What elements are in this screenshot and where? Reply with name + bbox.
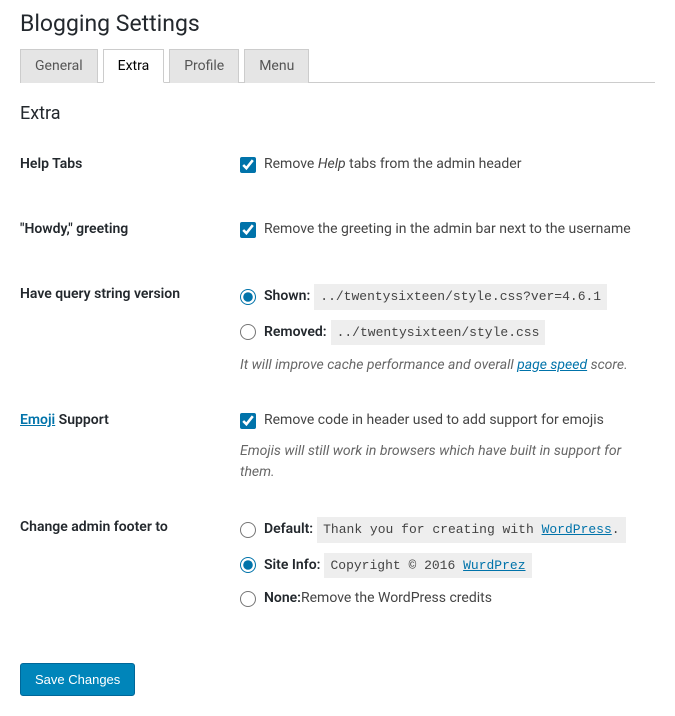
code-query-shown: ../twentysixteen/style.css?ver=4.6.1: [314, 284, 607, 310]
tab-menu[interactable]: Menu: [244, 49, 309, 83]
radio-footer-none[interactable]: [240, 591, 256, 607]
radio-query-removed-text: Removed:: [264, 322, 327, 343]
desc-query-string: It will improve cache performance and ov…: [240, 355, 655, 376]
section-heading: Extra: [20, 103, 655, 124]
radio-footer-none-desc: Remove the WordPress credits: [301, 588, 492, 609]
checkbox-remove-howdy-label[interactable]: Remove the greeting in the admin bar nex…: [240, 219, 655, 240]
label-query-string: Have query string version: [20, 284, 240, 302]
radio-footer-default-text: Default:: [264, 519, 313, 540]
radio-query-removed[interactable]: [240, 324, 256, 340]
radio-footer-siteinfo-label[interactable]: Site Info: Copyright © 2016 WurdPrez: [240, 553, 655, 579]
desc-emoji: Emojis will still work in browsers which…: [240, 441, 655, 483]
checkbox-remove-help-tabs[interactable]: [240, 157, 256, 173]
radio-query-removed-label[interactable]: Removed: ../twentysixteen/style.css: [240, 320, 655, 346]
link-wordpress[interactable]: WordPress: [542, 522, 612, 537]
code-footer-siteinfo: Copyright © 2016 WurdPrez: [324, 553, 531, 579]
checkbox-remove-help-tabs-label[interactable]: Remove Help tabs from the admin header: [240, 154, 655, 175]
checkbox-remove-emoji-label[interactable]: Remove code in header used to add suppor…: [240, 410, 655, 431]
tab-general[interactable]: General: [20, 49, 98, 83]
tab-bar: General Extra Profile Menu: [20, 49, 655, 83]
radio-footer-default[interactable]: [240, 522, 256, 538]
radio-footer-default-label[interactable]: Default: Thank you for creating with Wor…: [240, 517, 655, 543]
checkbox-remove-help-tabs-text: Remove Help tabs from the admin header: [264, 154, 521, 175]
radio-query-shown-label[interactable]: Shown: ../twentysixteen/style.css?ver=4.…: [240, 284, 655, 310]
code-footer-default: Thank you for creating with WordPress.: [317, 517, 625, 543]
radio-query-shown[interactable]: [240, 289, 256, 305]
checkbox-remove-howdy-text: Remove the greeting in the admin bar nex…: [264, 219, 631, 240]
checkbox-remove-howdy[interactable]: [240, 222, 256, 238]
link-wurdprez[interactable]: WurdPrez: [463, 558, 525, 573]
link-emoji[interactable]: Emoji: [20, 412, 55, 428]
tab-profile[interactable]: Profile: [169, 49, 239, 83]
radio-footer-none-label[interactable]: None: Remove the WordPress credits: [240, 588, 655, 609]
save-button[interactable]: Save Changes: [20, 663, 135, 696]
radio-footer-none-text: None:: [264, 588, 301, 609]
radio-footer-siteinfo-text: Site Info:: [264, 555, 320, 576]
label-howdy: "Howdy," greeting: [20, 219, 240, 237]
tab-extra[interactable]: Extra: [103, 49, 165, 83]
link-page-speed[interactable]: page speed: [517, 357, 587, 373]
label-emoji: Emoji Support: [20, 410, 240, 428]
label-footer: Change admin footer to: [20, 517, 240, 535]
radio-footer-siteinfo[interactable]: [240, 557, 256, 573]
checkbox-remove-emoji[interactable]: [240, 413, 256, 429]
radio-query-shown-text: Shown:: [264, 286, 310, 307]
checkbox-remove-emoji-text: Remove code in header used to add suppor…: [264, 410, 604, 431]
page-title: Blogging Settings: [20, 10, 655, 37]
label-help-tabs: Help Tabs: [20, 154, 240, 172]
code-query-removed: ../twentysixteen/style.css: [331, 320, 546, 346]
